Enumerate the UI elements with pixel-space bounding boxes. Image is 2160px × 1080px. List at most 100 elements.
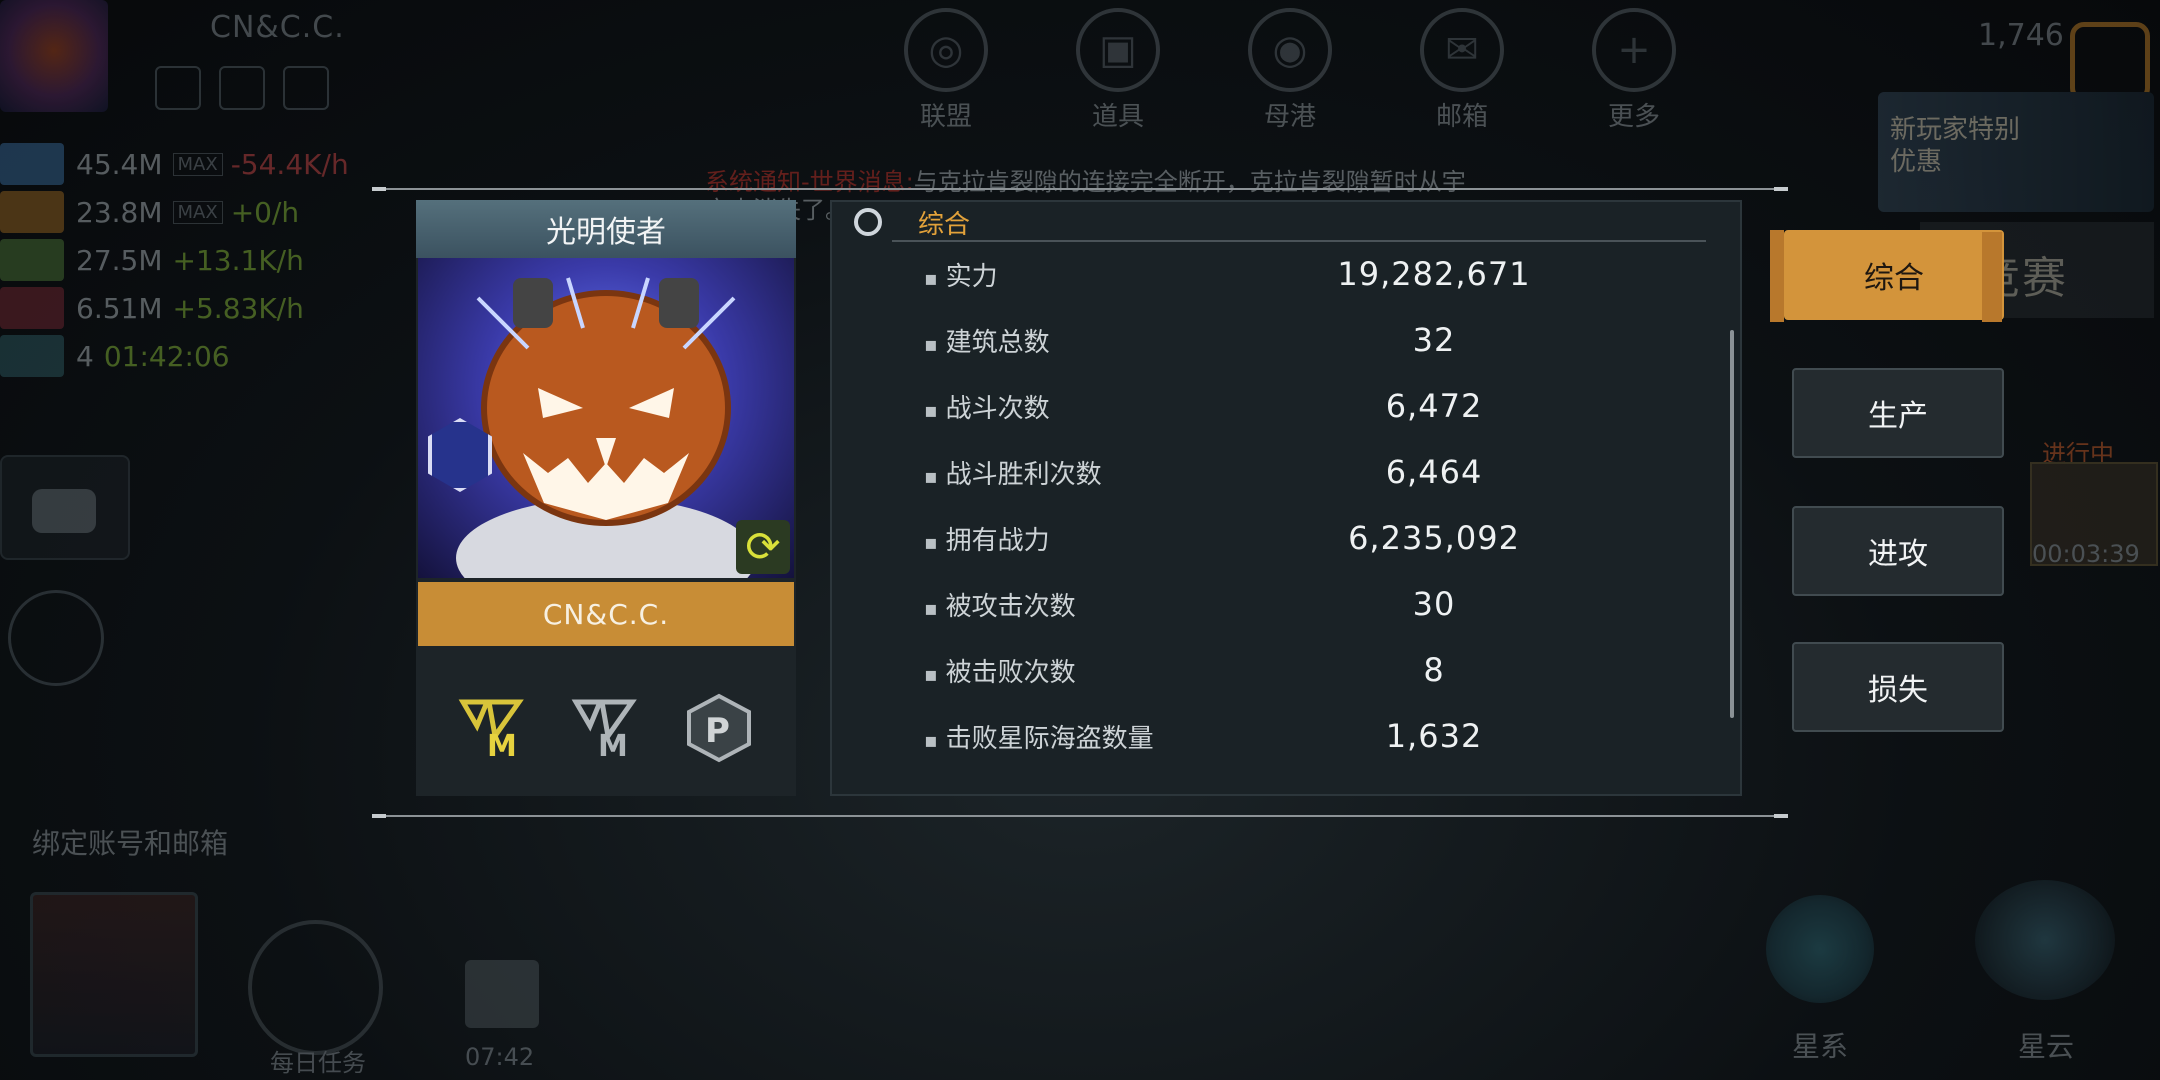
stat-value: 1,632 — [1385, 717, 1483, 755]
section-header: 综合 — [854, 202, 1714, 242]
svg-text:M: M — [487, 729, 517, 760]
tab-production[interactable]: 生产 — [1792, 368, 2004, 458]
frame-tick — [1774, 187, 1788, 191]
stat-row: 战斗次数 6,472 — [924, 386, 1684, 426]
stat-row: 被击败次数 8 — [924, 650, 1684, 690]
p-hexagon-badge-icon — [283, 66, 329, 110]
daily-task-button[interactable] — [248, 920, 383, 1055]
nav-items[interactable]: ▣ 道具 — [1072, 8, 1164, 133]
nav-home-port[interactable]: ◉ 母港 — [1244, 8, 1336, 133]
nav-mail[interactable]: ✉ 邮箱 — [1416, 8, 1508, 133]
stat-label: 被击败次数 — [924, 652, 1076, 689]
p-hexagon-badge-icon[interactable]: P — [683, 692, 755, 764]
stats-scrollbar[interactable] — [1730, 330, 1734, 718]
gas-flame-icon — [0, 191, 64, 233]
resource-row[interactable]: 6.51M +5.83K/h — [0, 284, 349, 332]
mail-icon: ✉ — [1420, 8, 1504, 92]
modal-frame-top — [372, 188, 1788, 190]
svg-text:M: M — [598, 729, 628, 760]
helmet-icon: ◉ — [1248, 8, 1332, 92]
tab-label: 进攻 — [1868, 537, 1928, 572]
frame-tick — [1774, 814, 1788, 818]
resource-row[interactable]: 45.4M MAX -54.4K/h — [0, 140, 349, 188]
svg-text:P: P — [705, 711, 730, 751]
nebula-label: 星云 — [2018, 1030, 2075, 1063]
stat-label: 被攻击次数 — [924, 586, 1076, 623]
bind-account-label[interactable]: 绑定账号和邮箱 — [32, 822, 228, 862]
globe-icon: ◎ — [904, 8, 988, 92]
resource-amount: 6.51M — [76, 291, 163, 325]
player-avatar-top[interactable] — [0, 0, 108, 112]
tab-attack[interactable]: 进攻 — [1792, 506, 2004, 596]
resource-row[interactable]: 4 01:42:06 — [0, 332, 349, 380]
stat-value: 19,282,671 — [1337, 255, 1531, 293]
profile-badges: M M P — [436, 692, 776, 764]
nav-label: 母港 — [1263, 102, 1316, 132]
promo-card[interactable]: 新玩家特别优惠 — [1878, 92, 2154, 212]
player-portrait: ⟳ — [418, 258, 794, 578]
stat-label: 战斗次数 — [924, 388, 1050, 425]
broadcast-prefix: 系统通知-世界消息: — [705, 168, 914, 196]
resource-rate: +5.83K/h — [172, 291, 304, 325]
nav-label: 更多 — [1607, 102, 1660, 132]
resource-row[interactable]: 23.8M MAX +0/h — [0, 188, 349, 236]
modal-frame-bottom — [372, 815, 1788, 817]
refresh-icon[interactable]: ⟳ — [736, 520, 790, 574]
resource-timer: 01:42:06 — [103, 339, 230, 373]
stat-label: 建筑总数 — [924, 322, 1050, 359]
rank-m-gold-badge-icon[interactable]: M — [457, 692, 529, 760]
tab-label: 综合 — [1864, 261, 1924, 296]
stat-value: 6,472 — [1385, 387, 1483, 425]
resource-rate: +0/h — [230, 195, 300, 229]
currency-amount: 1,746 — [1978, 18, 2064, 53]
stat-row: 拥有战力 6,235,092 — [924, 518, 1684, 558]
stat-label: 击败星际海盗数量 — [924, 718, 1154, 755]
section-divider — [892, 240, 1706, 242]
stat-value: 8 — [1423, 651, 1445, 689]
gift-icon[interactable] — [465, 960, 539, 1028]
rank-m-badge-icon — [155, 66, 201, 110]
daily-task-label: 每日任务 — [270, 1049, 366, 1077]
crystal-shard-icon — [0, 143, 64, 185]
section-bullet-icon — [854, 208, 882, 236]
player-name-top: CN&C.C. — [210, 10, 345, 45]
rank-m-silver-badge-icon — [219, 66, 265, 110]
resource-amount: 23.8M — [76, 195, 163, 229]
stat-label: 战斗胜利次数 — [924, 454, 1102, 491]
nav-more[interactable]: + 更多 — [1588, 8, 1680, 133]
rank-m-silver-badge-icon[interactable]: M — [570, 692, 642, 760]
stat-row: 实力 19,282,671 — [924, 254, 1684, 294]
currency-icon[interactable] — [2070, 22, 2150, 102]
galaxy-planet-icon[interactable] — [1766, 895, 1874, 1003]
stat-label: 拥有战力 — [924, 520, 1050, 557]
resource-row[interactable]: 27.5M +13.1K/h — [0, 236, 349, 284]
commander-portrait[interactable] — [30, 892, 198, 1057]
stat-value: 6,464 — [1385, 453, 1483, 491]
nav-alliance[interactable]: ◎ 联盟 — [900, 8, 992, 133]
promo-text: 新玩家特别优惠 — [1890, 115, 2021, 177]
stats-panel[interactable]: 综合 实力 19,282,671 建筑总数 32 战斗次数 6,472 战斗胜利… — [830, 200, 1742, 796]
tab-losses[interactable]: 损失 — [1792, 642, 2004, 732]
stat-label: 实力 — [924, 256, 998, 293]
resource-amount: 4 — [76, 339, 94, 373]
alloy-stack-icon — [0, 287, 64, 329]
max-badge: MAX — [172, 200, 223, 224]
top-nav: ◎ 联盟 ▣ 道具 ◉ 母港 ✉ 邮箱 + 更多 — [900, 8, 1680, 133]
section-title: 综合 — [918, 209, 971, 240]
frame-tick — [372, 187, 386, 191]
player-name: CN&C.C. — [418, 582, 794, 646]
resource-list: 45.4M MAX -54.4K/h 23.8M MAX +0/h 27.5M … — [0, 140, 349, 380]
nav-label: 道具 — [1091, 102, 1144, 132]
tab-active-accent — [1770, 230, 1784, 322]
nav-label: 邮箱 — [1435, 102, 1488, 132]
stat-value: 32 — [1412, 321, 1456, 359]
resource-amount: 27.5M — [76, 243, 163, 277]
tab-overview[interactable]: 综合 — [1784, 230, 2004, 322]
chat-button[interactable] — [0, 455, 130, 560]
nebula-icon[interactable] — [1975, 880, 2115, 1000]
player-title: 光明使者 — [416, 200, 796, 258]
top-badges — [155, 66, 329, 110]
nav-label: 联盟 — [919, 102, 972, 132]
commander-avatar-button[interactable] — [8, 590, 104, 686]
toolbox-icon: ▣ — [1076, 8, 1160, 92]
